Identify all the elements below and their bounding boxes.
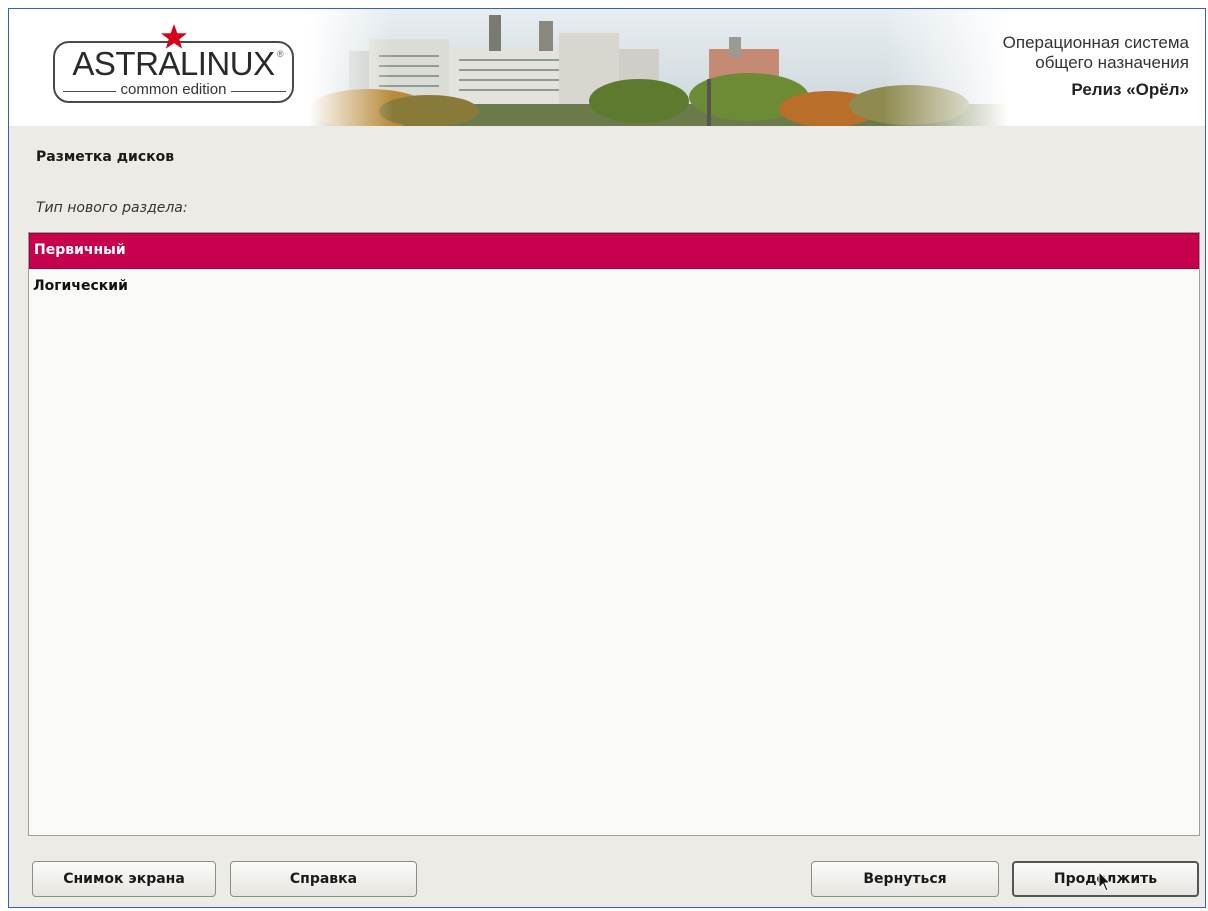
logo-edition: common edition <box>115 81 232 98</box>
page-title: Разметка дисков <box>36 149 175 165</box>
list-item-primary[interactable]: Первичный <box>29 233 1199 269</box>
screenshot-button[interactable]: Снимок экрана <box>32 861 216 897</box>
city-panorama-image <box>309 9 1009 126</box>
installer-window: ASTRALINUX ® common edition Операционная… <box>8 8 1206 908</box>
partition-type-list[interactable]: Первичный Логический <box>28 232 1200 836</box>
help-button[interactable]: Справка <box>230 861 417 897</box>
back-button[interactable]: Вернуться <box>811 861 999 897</box>
registered-mark: ® <box>277 49 284 59</box>
os-subtitle-line2: общего назначения <box>1035 53 1189 72</box>
astralinux-logo: ASTRALINUX ® common edition <box>53 24 296 105</box>
logo-name: ASTRALINUX <box>72 45 275 82</box>
mouse-pointer-icon <box>1098 871 1112 892</box>
question-label: Тип нового раздела: <box>36 200 188 216</box>
banner-text: Операционная система общего назначения Р… <box>1003 33 1189 103</box>
os-subtitle-line1: Операционная система <box>1002 33 1189 52</box>
header-banner: ASTRALINUX ® common edition Операционная… <box>9 9 1205 126</box>
list-item-logical[interactable]: Логический <box>29 269 1199 303</box>
release-name: Релиз «Орёл» <box>1071 80 1189 99</box>
